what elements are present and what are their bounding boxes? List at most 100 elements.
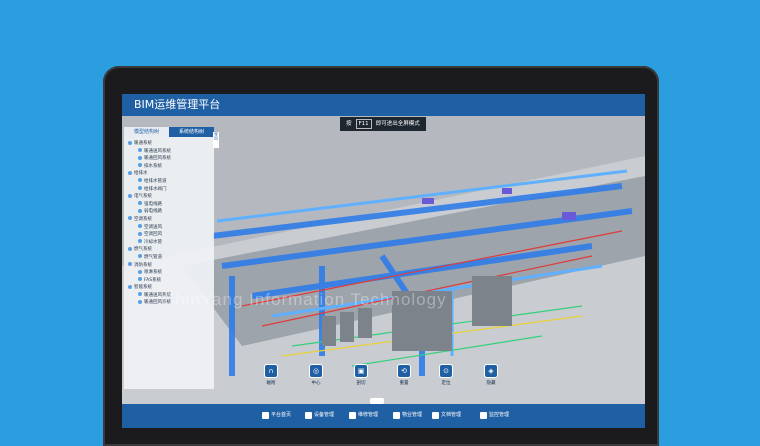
tree-node-icon [138,299,142,304]
monitor-icon [480,411,487,419]
tree-node-icon [138,239,142,244]
tree-node[interactable]: 弱电线路 [128,208,214,216]
tree-node[interactable]: 喷淋系统 [128,269,214,277]
tab-model-tree[interactable]: 模型结构树 [124,127,169,137]
tree-node-icon [138,277,142,282]
tree-node[interactable]: 燃气管道 [128,254,214,262]
tree-node-label: 空调系统 [134,216,152,222]
tree-node-label: 弱电线路 [144,209,162,215]
nav-item-document[interactable]: 文档管理 [432,410,461,420]
nav-item-monitor[interactable]: 监控管理 [480,410,509,420]
tree-node-label: 暖通送风系统 [144,148,171,154]
tree-node[interactable]: 暖通系统 [128,140,214,148]
tool-button-reset[interactable]: ⟲ 重置 [395,364,413,386]
tree-node-icon [128,262,132,266]
target-icon: ◎ [309,364,323,378]
nav-item-label: 物业管理 [402,412,423,418]
tree-node-label: 空调送风 [144,224,162,230]
nav-item-label: 平台首页 [271,412,292,418]
tree-node-icon [138,155,142,160]
nav-item-device[interactable]: 设备管理 [305,410,334,420]
box-icon: ▣ [354,364,368,378]
watermark-text: ChinYang Information Technology [162,290,447,309]
hint-prefix: 按 [346,121,352,127]
home-icon [262,411,269,419]
tool-label: 磁附 [266,381,276,386]
reset-icon: ⟲ [397,364,411,378]
tree-node-icon [138,224,142,229]
panel-tabs: 模型结构树 系统结构树 [124,127,214,137]
wrench-icon [349,411,356,419]
tool-button-box[interactable]: ▣ 剖切 [352,364,370,386]
tool-label: 剖切 [356,381,366,386]
side-export-tab[interactable]: 导出 [213,132,219,148]
tree-node-icon [138,208,142,213]
hint-suffix: 即可进出全屏模式 [375,121,420,127]
tree-node[interactable]: 给排水管道 [128,178,214,186]
tree-node-icon [128,193,132,198]
building-icon [393,411,400,419]
tree-node-icon [128,140,132,145]
tree-node-icon [138,231,142,236]
app-screen: BIM运维管理平台 按 F11 即可进出全屏模式 模型结构树 系统结构树 暖通系… [122,94,645,428]
tree-node-label: 给排水管道 [144,178,167,184]
nav-item-home[interactable]: 平台首页 [262,410,291,420]
tree-node-label: 空调回风 [144,232,162,238]
tree-node[interactable]: FAS系统 [128,277,214,285]
tree-node-icon [138,254,142,259]
tool-button-target[interactable]: ◎ 中心 [307,364,325,386]
tree-node-icon [138,269,142,274]
structure-tree-panel: 模型结构树 系统结构树 暖通系统暖通送风系统 暖通回风系统 排水系统 给排水 给排水管道… [124,127,214,389]
view-toolbar: ∩ 磁附 ◎ 中心 ▣ 剖切 ⟲ 重置 ⊙ 定位 ◈ 隐藏 [262,364,512,392]
fullscreen-hint: 按 F11 即可进出全屏模式 [340,117,426,131]
locate-icon: ⊙ [439,364,453,378]
tree-node[interactable]: 暖通送风系统 [128,148,214,156]
tool-label: 重置 [399,381,409,386]
tree-node-icon [128,170,132,175]
tree-node-label: 喷淋系统 [144,270,162,276]
tree-node[interactable]: 电气系统 [128,193,214,201]
tree-node[interactable]: 空调回风 [128,231,214,239]
tree-node-label: 智能系统 [134,285,152,291]
tool-button-locate[interactable]: ⊙ 定位 [437,364,455,386]
tool-label: 隐藏 [486,381,496,386]
f11-key: F11 [355,119,372,129]
nav-item-label: 设备管理 [314,412,335,418]
shield-icon: ◈ [484,364,498,378]
tree-node[interactable]: 冷却水管 [128,239,214,247]
nav-item-wrench[interactable]: 维修管理 [349,410,378,420]
nav-item-label: 维修管理 [358,412,379,418]
app-title: BIM运维管理平台 [134,98,221,111]
tool-button-shield[interactable]: ◈ 隐藏 [482,364,500,386]
tree-node-label: 给排水阀门 [144,186,167,192]
tree-node[interactable]: 排水系统 [128,163,214,171]
tree-node[interactable]: 暖通回风系统 [128,155,214,163]
nav-item-building[interactable]: 物业管理 [393,410,422,420]
tool-label: 定位 [441,381,451,386]
tree-list: 暖通系统暖通送风系统 暖通回风系统 排水系统 给排水 给排水管道给排水阀门 电气系统 强电线… [124,137,214,307]
tree-node[interactable]: 空调送风 [128,224,214,232]
tree-node-label: 消防系统 [134,262,152,268]
tree-node[interactable]: 给排水 [128,170,214,178]
tree-node[interactable]: 燃气系统 [128,246,214,254]
tree-node-icon [128,246,132,251]
tree-node[interactable]: 消防系统 [128,262,214,270]
tree-node-icon [138,186,142,191]
tool-button-magnet[interactable]: ∩ 磁附 [262,364,280,386]
document-icon [432,411,439,419]
nav-item-label: 监控管理 [489,412,510,418]
title-bar: BIM运维管理平台 [122,94,645,116]
tree-node-icon [138,292,142,297]
tree-node-label: 燃气管道 [144,254,162,260]
tree-node-label: 暖通回风系统 [144,156,171,162]
tree-node[interactable]: 给排水阀门 [128,186,214,194]
tree-node-label: 燃气系统 [134,247,152,253]
tab-system-tree[interactable]: 系统结构树 [169,127,214,137]
tree-node[interactable]: 空调系统 [128,216,214,224]
tree-node-label: 冷却水管 [144,239,162,245]
magnet-icon: ∩ [264,364,278,378]
tree-node-label: 排水系统 [144,163,162,169]
tree-node-icon [138,163,142,168]
tree-node[interactable]: 强电线路 [128,201,214,209]
tree-node-label: 暖通系统 [134,141,152,146]
